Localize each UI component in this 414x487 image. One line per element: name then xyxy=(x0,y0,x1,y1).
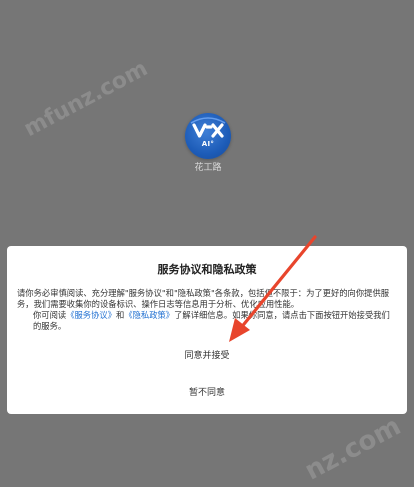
reject-button[interactable]: 暂不同意 xyxy=(7,385,407,398)
dialog-body-paragraph-1: 请你务必审慎阅读、充分理解"服务协议"和"隐私政策"各条款，包括但不限于：为了更… xyxy=(17,288,390,309)
dialog-body-paragraph-2: 你可阅读《服务协议》和《隐私政策》了解详细信息。如果你同意，请点击下面按钮开始接… xyxy=(17,310,397,332)
accept-button[interactable]: 同意并接受 xyxy=(7,348,407,361)
body-text-prefix: 你可阅读 xyxy=(33,310,67,320)
dialog-title: 服务协议和隐私政策 xyxy=(157,263,257,276)
service-agreement-link[interactable]: 《服务协议》 xyxy=(66,310,116,320)
vox-ai-logo-icon xyxy=(190,117,226,138)
privacy-policy-link[interactable]: 《隐私政策》 xyxy=(124,310,174,320)
watermark-text: mfunz.com xyxy=(20,56,152,143)
watermark-text: nz.com xyxy=(300,411,406,487)
app-logo: AI° xyxy=(185,113,231,159)
privacy-dialog: 服务协议和隐私政策 请你务必审慎阅读、充分理解"服务协议"和"隐私政策"各条款，… xyxy=(7,246,407,414)
logo-subtext: AI° xyxy=(201,140,215,148)
dialog-body: 请你务必审慎阅读、充分理解"服务协议"和"隐私政策"各条款，包括但不限于：为了更… xyxy=(17,288,397,332)
app-name: 花工路 xyxy=(194,163,222,173)
